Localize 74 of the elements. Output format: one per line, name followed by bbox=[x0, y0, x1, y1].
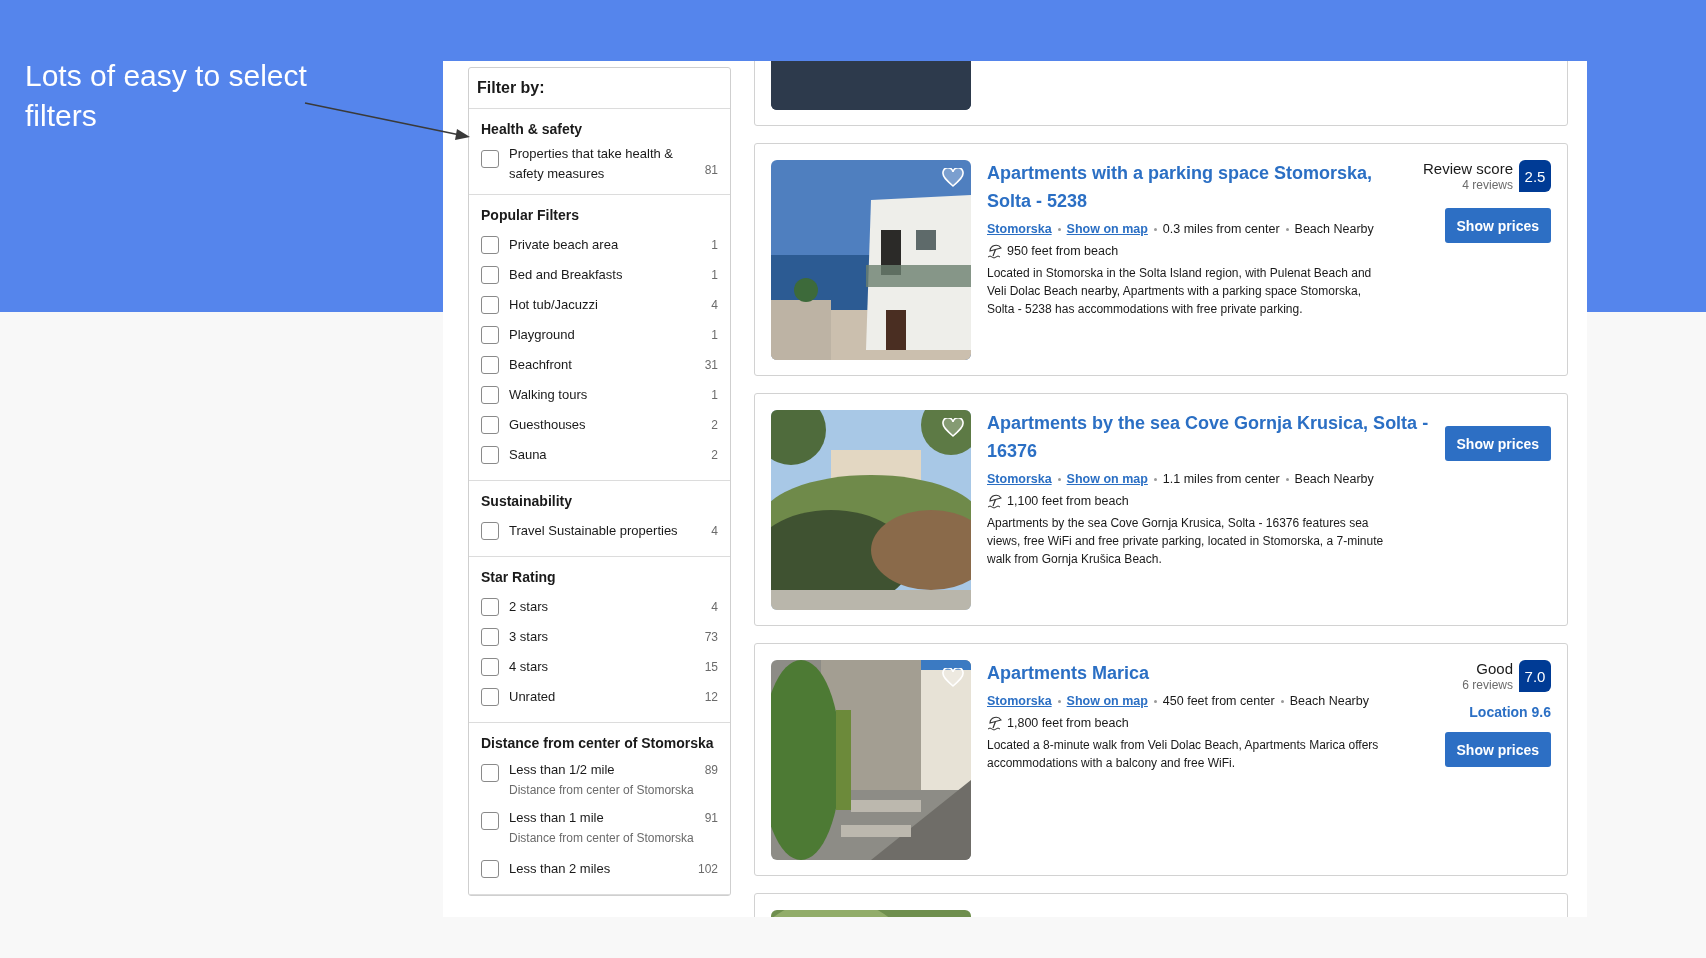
review-count: 6 reviews bbox=[1462, 678, 1513, 692]
filter-option-label[interactable]: Private beach area bbox=[509, 235, 704, 255]
option-count: 73 bbox=[704, 629, 718, 646]
filter-option-label[interactable]: Playground bbox=[509, 325, 704, 345]
filter-option-label[interactable]: Beachfront bbox=[509, 355, 697, 375]
listing-description: Apartments by the sea Cove Gornja Krusica, Solta - 16376 features sea views, free WiFi and free private parking, located in Stomorska, a 7-minute walk from Gornja Krušica Beach. bbox=[987, 515, 1385, 568]
option-count: 81 bbox=[704, 162, 718, 179]
slide-caption: Lots of easy to select filters bbox=[25, 58, 308, 134]
score-badge: 7.0 bbox=[1519, 660, 1551, 692]
filter-group-title: Star Rating bbox=[481, 568, 557, 587]
map-link[interactable]: Show on map bbox=[1066, 692, 1148, 710]
option-count: 1 bbox=[711, 267, 718, 284]
beach-distance: 1,800 feet from beach bbox=[1007, 715, 1129, 732]
option-note: Distance from center of Stomorska bbox=[509, 830, 695, 846]
beach-distance: 950 feet from beach bbox=[1007, 243, 1119, 260]
filter-option-label[interactable]: 2 stars bbox=[509, 597, 704, 617]
filter-option-label[interactable]: Unrated bbox=[509, 687, 697, 707]
distance-text: 1.1 miles from center bbox=[1162, 471, 1280, 488]
option-count: 102 bbox=[697, 861, 718, 878]
option-count: 1 bbox=[711, 387, 718, 404]
filter-group-title: Health & safety bbox=[481, 120, 584, 139]
filter-group-title: Popular Filters bbox=[481, 206, 581, 225]
beach-tag: Beach Nearby bbox=[1289, 692, 1369, 710]
show-prices-button[interactable]: Show prices bbox=[1444, 208, 1551, 243]
filter-option-label[interactable]: 3 stars bbox=[509, 627, 697, 647]
option-count: 4 bbox=[711, 523, 718, 540]
filter-option-label[interactable]: Travel Sustainable properties bbox=[509, 521, 704, 541]
show-prices-button[interactable]: Show prices bbox=[1444, 426, 1551, 461]
map-link[interactable]: Show on map bbox=[1066, 220, 1148, 238]
option-count: 91 bbox=[704, 810, 718, 827]
listing-title[interactable]: Apartments by the sea Cove Gornja Krusica, Solta - 16376 bbox=[987, 409, 1429, 465]
option-count: 1 bbox=[711, 237, 718, 254]
distance-text: 0.3 miles from center bbox=[1162, 221, 1280, 238]
filter-option-label[interactable]: Less than 1 mile bbox=[509, 808, 697, 828]
filter-option-label[interactable]: Less than 1/2 mile bbox=[509, 760, 697, 780]
filter-option-label[interactable]: Less than 2 miles bbox=[509, 859, 690, 879]
beach-tag: Beach Nearby bbox=[1294, 470, 1374, 488]
option-count: 89 bbox=[704, 762, 718, 779]
filter-option-label[interactable]: Walking tours bbox=[509, 385, 704, 405]
distance-text: 450 feet from center bbox=[1162, 693, 1275, 710]
score-label: Review score bbox=[1422, 160, 1513, 178]
option-count: 2 bbox=[711, 417, 718, 434]
option-count: 15 bbox=[704, 659, 718, 676]
map-link[interactable]: Show on map bbox=[1066, 470, 1148, 488]
beach-tag: Beach Nearby bbox=[1294, 220, 1374, 238]
option-count: 2 bbox=[711, 447, 718, 464]
location-score: Location 9.6 bbox=[1469, 704, 1551, 720]
listing-title[interactable]: Apartments with a parking space Stomorska, Solta - 5238 bbox=[987, 159, 1407, 215]
beach-distance: 1,100 feet from beach bbox=[1007, 493, 1129, 510]
town-link[interactable]: Stomorska bbox=[987, 220, 1052, 238]
option-count: 4 bbox=[711, 599, 718, 616]
option-count: 12 bbox=[704, 689, 718, 706]
score-label: Good bbox=[1475, 660, 1513, 678]
filter-option-label[interactable]: 4 stars bbox=[509, 657, 697, 677]
filter-option-label[interactable]: Bed and Breakfasts bbox=[509, 265, 704, 285]
filter-option-label[interactable]: Hot tub/Jacuzzi bbox=[509, 295, 704, 315]
option-note: Distance from center of Stomorska bbox=[509, 782, 695, 798]
listing-description: Located in Stomorska in the Solta Island region, with Pulenat Beach and Veli Dolac Beach nearby, Apartments with a parking space Stomorska, Solta - 5238 has accommodations with free private parking. bbox=[987, 265, 1373, 318]
town-link[interactable]: Stomorska bbox=[987, 470, 1052, 488]
listing-description: Located a 8-minute walk from Veli Dolac Beach, Apartments Marica offers accommodations with a balcony and free WiFi. bbox=[987, 737, 1380, 772]
filter-group-title: Distance from center of Stomorska bbox=[481, 734, 715, 753]
listing-title[interactable]: Apartments Marica bbox=[987, 659, 1429, 687]
filter-group-title: Sustainability bbox=[481, 492, 574, 511]
show-prices-button[interactable]: Show prices bbox=[1444, 732, 1551, 767]
filter-option-label[interactable]: Guesthouses bbox=[509, 415, 704, 435]
option-count: 4 bbox=[711, 297, 718, 314]
score-badge: 2.5 bbox=[1519, 160, 1551, 192]
option-count: 1 bbox=[711, 327, 718, 344]
option-count: 31 bbox=[704, 357, 718, 374]
filter-heading: Filter by: bbox=[469, 68, 730, 109]
town-link[interactable]: Stomorska bbox=[987, 692, 1052, 710]
filter-option-label[interactable]: Sauna bbox=[509, 445, 704, 465]
review-count: 4 reviews bbox=[1461, 178, 1513, 192]
filter-option-label[interactable]: Properties that take health & safety measures bbox=[509, 144, 697, 184]
